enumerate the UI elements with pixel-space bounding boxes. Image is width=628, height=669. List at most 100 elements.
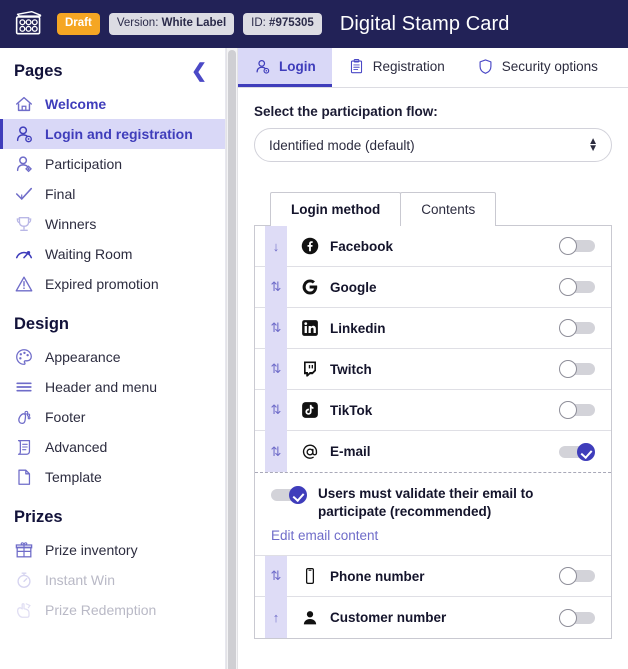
sidebar-item-header-and-menu[interactable]: Header and menu bbox=[0, 372, 225, 402]
participation-flow-select[interactable]: Identified mode (default) bbox=[254, 128, 612, 162]
version-badge: Version: White Label bbox=[108, 12, 235, 36]
status-badge: Draft bbox=[57, 12, 100, 36]
tab-label: Security options bbox=[501, 58, 598, 74]
sidebar-item-advanced[interactable]: Advanced bbox=[0, 432, 225, 462]
footprint-icon bbox=[18, 410, 31, 425]
method-row-facebook[interactable]: ↓ Facebook bbox=[255, 225, 611, 267]
method-row-linkedin[interactable]: ⇅ Linkedin bbox=[255, 307, 611, 349]
scrollbar-thumb[interactable] bbox=[228, 50, 236, 669]
sidebar-item-label: Participation bbox=[45, 156, 123, 172]
gauge-icon bbox=[15, 251, 33, 259]
tab-registration[interactable]: Registration bbox=[332, 48, 461, 87]
check-icon bbox=[15, 187, 33, 200]
google-icon bbox=[302, 279, 318, 295]
sidebar-item-appearance[interactable]: Appearance bbox=[0, 342, 225, 372]
edit-email-content-link[interactable]: Edit email content bbox=[271, 528, 378, 543]
top-bar: Draft Version: White Label ID: #975305 D… bbox=[0, 0, 628, 48]
toggle-email-validation[interactable] bbox=[271, 486, 307, 504]
sidebar-item-label: Final bbox=[45, 186, 76, 202]
sidebar-item-label: Prize Redemption bbox=[45, 602, 157, 618]
sidebar-group-title-prizes: Prizes bbox=[14, 508, 63, 526]
sidebar-group-title-design: Design bbox=[14, 315, 70, 333]
toggle-twitch[interactable] bbox=[559, 360, 595, 378]
login-panel: Select the participation flow: Identifie… bbox=[238, 88, 628, 669]
sidebar-item-label: Login and registration bbox=[45, 126, 193, 142]
id-value: #975305 bbox=[269, 16, 314, 29]
subtab-login-method[interactable]: Login method bbox=[270, 192, 402, 226]
toggle-email[interactable] bbox=[559, 442, 595, 461]
main-content: Login Registration Security options Sele… bbox=[238, 48, 628, 669]
linkedin-icon bbox=[302, 320, 318, 336]
sidebar-item-final[interactable]: Final bbox=[0, 179, 225, 209]
page-icon bbox=[18, 469, 31, 485]
sidebar-header: Pages ❮ bbox=[0, 48, 225, 89]
at-sign-icon bbox=[302, 444, 318, 459]
user-settings-icon bbox=[256, 59, 270, 74]
sidebar-scrollbar[interactable] bbox=[226, 48, 238, 669]
method-row-customer-number[interactable]: ↑ Customer number bbox=[255, 597, 611, 639]
drag-handle-icon[interactable]: ↓ bbox=[265, 225, 287, 267]
chevron-left-icon[interactable]: ❮ bbox=[189, 62, 209, 81]
method-label: Facebook bbox=[330, 238, 394, 254]
sidebar-item-prize-redemption[interactable]: Prize Redemption bbox=[0, 595, 225, 625]
sidebar-item-waiting-room[interactable]: Waiting Room bbox=[0, 239, 225, 269]
drag-handle-icon[interactable]: ⇅ bbox=[265, 431, 287, 472]
sidebar-item-label: Waiting Room bbox=[45, 246, 133, 262]
email-validation-text: Users must validate their email to parti… bbox=[318, 486, 534, 520]
tab-login[interactable]: Login bbox=[238, 48, 332, 87]
sidebar-item-prize-inventory[interactable]: Prize inventory bbox=[0, 535, 225, 565]
sidebar-item-footer[interactable]: Footer bbox=[0, 402, 225, 432]
toggle-facebook[interactable] bbox=[559, 237, 595, 255]
sidebar-item-label: Footer bbox=[45, 409, 86, 425]
drag-handle-icon[interactable]: ↑ bbox=[265, 597, 287, 639]
toggle-linkedin[interactable] bbox=[559, 319, 595, 337]
sidebar-item-winners[interactable]: Winners bbox=[0, 209, 225, 239]
sidebar-item-login-and-registration[interactable]: Login and registration bbox=[0, 119, 225, 149]
version-value: White Label bbox=[161, 16, 227, 29]
drag-handle-icon[interactable]: ⇅ bbox=[265, 555, 287, 597]
stopwatch-icon bbox=[17, 572, 31, 588]
shield-icon bbox=[479, 58, 492, 74]
method-label: E-mail bbox=[330, 444, 371, 459]
method-label: Linkedin bbox=[330, 320, 386, 336]
gift-icon bbox=[15, 542, 33, 558]
tab-bar: Login Registration Security options bbox=[238, 48, 628, 88]
sidebar-item-label: Advanced bbox=[45, 439, 108, 455]
drag-handle-icon[interactable]: ⇅ bbox=[265, 266, 287, 308]
subtab-contents[interactable]: Contents bbox=[400, 192, 497, 226]
toggle-google[interactable] bbox=[559, 278, 595, 296]
method-row-phone-number[interactable]: ⇅ Phone number bbox=[255, 555, 611, 598]
menu-lines-icon bbox=[16, 382, 32, 392]
toggle-phone-number[interactable] bbox=[559, 567, 595, 586]
sidebar-item-participation[interactable]: Participation bbox=[0, 149, 225, 179]
drag-handle-icon[interactable]: ⇅ bbox=[265, 389, 287, 431]
trophy-icon bbox=[16, 216, 32, 232]
drag-handle-icon[interactable]: ⇅ bbox=[265, 307, 287, 349]
tab-security-options[interactable]: Security options bbox=[461, 48, 614, 87]
sidebar-item-instant-win[interactable]: Instant Win bbox=[0, 565, 225, 595]
tiktok-icon bbox=[302, 402, 318, 418]
sidebar-item-label: Welcome bbox=[45, 96, 107, 112]
method-row-twitch[interactable]: ⇅ Twitch bbox=[255, 348, 611, 390]
method-subtab-bar: Login method Contents bbox=[270, 192, 612, 226]
stamp-card-icon bbox=[15, 10, 42, 35]
sidebar-item-template[interactable]: Template bbox=[0, 462, 225, 492]
sidebar-item-expired-promotion[interactable]: Expired promotion bbox=[0, 269, 225, 299]
method-row-tiktok[interactable]: ⇅ TikTok bbox=[255, 389, 611, 431]
method-row-google[interactable]: ⇅ Google bbox=[255, 266, 611, 308]
toggle-customer-number[interactable] bbox=[559, 608, 595, 627]
scroll-document-icon bbox=[17, 440, 31, 455]
phone-icon bbox=[305, 568, 315, 585]
hand-ticket-icon bbox=[17, 603, 31, 618]
drag-handle-icon[interactable]: ⇅ bbox=[265, 348, 287, 390]
person-icon bbox=[303, 611, 317, 625]
home-icon bbox=[16, 96, 32, 112]
toggle-tiktok[interactable] bbox=[559, 401, 595, 419]
sidebar-item-welcome[interactable]: Welcome bbox=[0, 89, 225, 119]
method-label: Twitch bbox=[330, 361, 372, 377]
version-label: Version: bbox=[116, 16, 159, 29]
method-row-email[interactable]: ⇅ E-mail bbox=[255, 431, 611, 472]
id-label: ID: bbox=[251, 16, 266, 29]
method-label: Google bbox=[330, 279, 377, 295]
tab-label: Login bbox=[279, 58, 316, 74]
